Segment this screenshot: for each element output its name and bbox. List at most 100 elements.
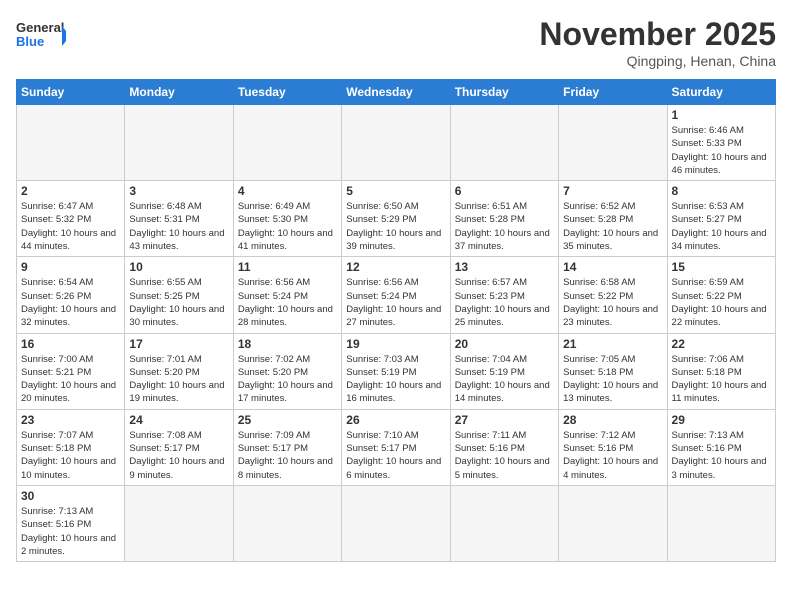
day-number: 8 bbox=[672, 184, 771, 198]
calendar-cell bbox=[233, 485, 341, 561]
day-number: 13 bbox=[455, 260, 554, 274]
day-info: Sunrise: 7:05 AM Sunset: 5:18 PM Dayligh… bbox=[563, 353, 662, 406]
calendar-cell bbox=[17, 105, 125, 181]
day-number: 20 bbox=[455, 337, 554, 351]
header-saturday: Saturday bbox=[667, 80, 775, 105]
day-info: Sunrise: 7:13 AM Sunset: 5:16 PM Dayligh… bbox=[672, 429, 771, 482]
day-info: Sunrise: 6:56 AM Sunset: 5:24 PM Dayligh… bbox=[238, 276, 337, 329]
calendar-cell: 12Sunrise: 6:56 AM Sunset: 5:24 PM Dayli… bbox=[342, 257, 450, 333]
day-number: 1 bbox=[672, 108, 771, 122]
calendar-cell: 19Sunrise: 7:03 AM Sunset: 5:19 PM Dayli… bbox=[342, 333, 450, 409]
day-info: Sunrise: 7:00 AM Sunset: 5:21 PM Dayligh… bbox=[21, 353, 120, 406]
day-number: 30 bbox=[21, 489, 120, 503]
calendar-cell: 2 Sunrise: 6:47 AM Sunset: 5:32 PM Daylig… bbox=[17, 181, 125, 257]
calendar-cell: 26 Sunrise: 7:10 AM Sunset: 5:17 PM Dayli… bbox=[342, 409, 450, 485]
svg-text:General: General bbox=[16, 20, 64, 35]
location-subtitle: Qingping, Henan, China bbox=[539, 53, 776, 69]
day-number: 11 bbox=[238, 260, 337, 274]
day-number: 15 bbox=[672, 260, 771, 274]
calendar-cell: 13 Sunrise: 6:57 AM Sunset: 5:23 PM Dayli… bbox=[450, 257, 558, 333]
calendar-cell: 14 Sunrise: 6:58 AM Sunset: 5:22 PM Dayli… bbox=[559, 257, 667, 333]
day-info: Sunrise: 6:58 AM Sunset: 5:22 PM Dayligh… bbox=[563, 276, 662, 329]
day-number: 9 bbox=[21, 260, 120, 274]
calendar-cell bbox=[450, 485, 558, 561]
calendar-cell bbox=[450, 105, 558, 181]
day-info: Sunrise: 6:47 AM Sunset: 5:32 PM Dayligh… bbox=[21, 200, 120, 253]
day-info: Sunrise: 7:12 AM Sunset: 5:16 PM Dayligh… bbox=[563, 429, 662, 482]
day-number: 25 bbox=[238, 413, 337, 427]
title-block: November 2025 Qingping, Henan, China bbox=[539, 16, 776, 69]
day-number: 18 bbox=[238, 337, 337, 351]
calendar-cell: 5 Sunrise: 6:50 AM Sunset: 5:29 PM Daylig… bbox=[342, 181, 450, 257]
calendar-cell: 28 Sunrise: 7:12 AM Sunset: 5:16 PM Dayli… bbox=[559, 409, 667, 485]
calendar-cell: 18Sunrise: 7:02 AM Sunset: 5:20 PM Dayli… bbox=[233, 333, 341, 409]
day-info: Sunrise: 6:49 AM Sunset: 5:30 PM Dayligh… bbox=[238, 200, 337, 253]
calendar-cell: 25 Sunrise: 7:09 AM Sunset: 5:17 PM Dayli… bbox=[233, 409, 341, 485]
day-info: Sunrise: 6:57 AM Sunset: 5:23 PM Dayligh… bbox=[455, 276, 554, 329]
header-sunday: Sunday bbox=[17, 80, 125, 105]
header-monday: Monday bbox=[125, 80, 233, 105]
day-number: 28 bbox=[563, 413, 662, 427]
day-info: Sunrise: 7:10 AM Sunset: 5:17 PM Dayligh… bbox=[346, 429, 445, 482]
day-number: 4 bbox=[238, 184, 337, 198]
day-info: Sunrise: 7:09 AM Sunset: 5:17 PM Dayligh… bbox=[238, 429, 337, 482]
day-info: Sunrise: 6:53 AM Sunset: 5:27 PM Dayligh… bbox=[672, 200, 771, 253]
day-info: Sunrise: 7:07 AM Sunset: 5:18 PM Dayligh… bbox=[21, 429, 120, 482]
calendar-cell: 29Sunrise: 7:13 AM Sunset: 5:16 PM Dayli… bbox=[667, 409, 775, 485]
day-number: 21 bbox=[563, 337, 662, 351]
day-number: 26 bbox=[346, 413, 445, 427]
day-info: Sunrise: 7:13 AM Sunset: 5:16 PM Dayligh… bbox=[21, 505, 120, 558]
day-number: 17 bbox=[129, 337, 228, 351]
day-info: Sunrise: 6:50 AM Sunset: 5:29 PM Dayligh… bbox=[346, 200, 445, 253]
calendar-cell: 4 Sunrise: 6:49 AM Sunset: 5:30 PM Daylig… bbox=[233, 181, 341, 257]
calendar-cell: 16 Sunrise: 7:00 AM Sunset: 5:21 PM Dayli… bbox=[17, 333, 125, 409]
calendar-cell bbox=[559, 485, 667, 561]
day-info: Sunrise: 7:11 AM Sunset: 5:16 PM Dayligh… bbox=[455, 429, 554, 482]
day-info: Sunrise: 7:06 AM Sunset: 5:18 PM Dayligh… bbox=[672, 353, 771, 406]
day-number: 7 bbox=[563, 184, 662, 198]
calendar-cell bbox=[233, 105, 341, 181]
calendar-cell: 20 Sunrise: 7:04 AM Sunset: 5:19 PM Dayli… bbox=[450, 333, 558, 409]
calendar-cell: 9Sunrise: 6:54 AM Sunset: 5:26 PM Daylig… bbox=[17, 257, 125, 333]
calendar-cell bbox=[125, 105, 233, 181]
day-info: Sunrise: 6:46 AM Sunset: 5:33 PM Dayligh… bbox=[672, 124, 771, 177]
svg-text:Blue: Blue bbox=[16, 34, 44, 49]
calendar-header-row: Sunday Monday Tuesday Wednesday Thursday… bbox=[17, 80, 776, 105]
calendar-table: Sunday Monday Tuesday Wednesday Thursday… bbox=[16, 79, 776, 562]
calendar-cell: 22Sunrise: 7:06 AM Sunset: 5:18 PM Dayli… bbox=[667, 333, 775, 409]
calendar-cell bbox=[125, 485, 233, 561]
calendar-cell: 10 Sunrise: 6:55 AM Sunset: 5:25 PM Dayli… bbox=[125, 257, 233, 333]
calendar-cell: 1 Sunrise: 6:46 AM Sunset: 5:33 PM Daylig… bbox=[667, 105, 775, 181]
day-info: Sunrise: 6:59 AM Sunset: 5:22 PM Dayligh… bbox=[672, 276, 771, 329]
header-thursday: Thursday bbox=[450, 80, 558, 105]
day-info: Sunrise: 6:55 AM Sunset: 5:25 PM Dayligh… bbox=[129, 276, 228, 329]
logo-svg: General Blue bbox=[16, 16, 66, 56]
calendar-cell: 7Sunrise: 6:52 AM Sunset: 5:28 PM Daylig… bbox=[559, 181, 667, 257]
day-info: Sunrise: 7:03 AM Sunset: 5:19 PM Dayligh… bbox=[346, 353, 445, 406]
day-info: Sunrise: 7:04 AM Sunset: 5:19 PM Dayligh… bbox=[455, 353, 554, 406]
day-number: 3 bbox=[129, 184, 228, 198]
day-info: Sunrise: 7:01 AM Sunset: 5:20 PM Dayligh… bbox=[129, 353, 228, 406]
day-number: 24 bbox=[129, 413, 228, 427]
day-number: 14 bbox=[563, 260, 662, 274]
day-number: 2 bbox=[21, 184, 120, 198]
calendar-cell: 30 Sunrise: 7:13 AM Sunset: 5:16 PM Dayli… bbox=[17, 485, 125, 561]
calendar-cell: 24 Sunrise: 7:08 AM Sunset: 5:17 PM Dayli… bbox=[125, 409, 233, 485]
day-info: Sunrise: 6:51 AM Sunset: 5:28 PM Dayligh… bbox=[455, 200, 554, 253]
calendar-cell bbox=[342, 485, 450, 561]
calendar-cell: 6Sunrise: 6:51 AM Sunset: 5:28 PM Daylig… bbox=[450, 181, 558, 257]
day-info: Sunrise: 6:48 AM Sunset: 5:31 PM Dayligh… bbox=[129, 200, 228, 253]
calendar-cell: 15 Sunrise: 6:59 AM Sunset: 5:22 PM Dayli… bbox=[667, 257, 775, 333]
calendar-cell: 11 Sunrise: 6:56 AM Sunset: 5:24 PM Dayli… bbox=[233, 257, 341, 333]
calendar-cell: 8 Sunrise: 6:53 AM Sunset: 5:27 PM Daylig… bbox=[667, 181, 775, 257]
logo: General Blue bbox=[16, 16, 66, 56]
calendar-cell: 27 Sunrise: 7:11 AM Sunset: 5:16 PM Dayli… bbox=[450, 409, 558, 485]
header-tuesday: Tuesday bbox=[233, 80, 341, 105]
day-number: 27 bbox=[455, 413, 554, 427]
calendar-cell: 21 Sunrise: 7:05 AM Sunset: 5:18 PM Dayli… bbox=[559, 333, 667, 409]
day-number: 5 bbox=[346, 184, 445, 198]
day-info: Sunrise: 7:08 AM Sunset: 5:17 PM Dayligh… bbox=[129, 429, 228, 482]
day-number: 10 bbox=[129, 260, 228, 274]
calendar-cell bbox=[667, 485, 775, 561]
day-number: 16 bbox=[21, 337, 120, 351]
